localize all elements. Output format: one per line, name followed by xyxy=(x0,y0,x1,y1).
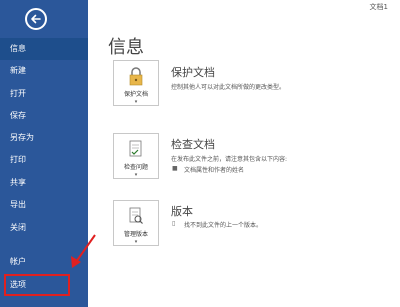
backstage-sidebar: 信息 新建 打开 保存 另存为 打印 共享 导出 关闭 帐户 选项 xyxy=(0,0,88,307)
nav-options[interactable]: 选项 xyxy=(4,274,70,296)
manage-versions-tile-label: 管理版本 xyxy=(123,231,148,238)
versions-heading: 版本 xyxy=(171,205,193,218)
versions-description: 找不到此文件的上一个版本。 xyxy=(184,222,263,229)
lock-key-icon xyxy=(129,67,143,86)
inspect-document-heading: 检查文档 xyxy=(171,138,215,151)
arrow-left-icon xyxy=(31,14,41,24)
nav-close[interactable]: 关闭 xyxy=(0,217,88,239)
chevron-down-icon: ▾ xyxy=(134,99,138,105)
protect-document-tile-label: 保护文档 xyxy=(123,91,148,98)
chevron-down-icon: ▾ xyxy=(134,239,138,245)
nav-new[interactable]: 新建 xyxy=(0,60,88,82)
check-issues-button[interactable]: 检查问题 ▾ xyxy=(113,133,159,179)
document-check-icon xyxy=(129,140,142,157)
nav-save[interactable]: 保存 xyxy=(0,105,88,127)
manage-versions-button[interactable]: 管理版本 ▾ xyxy=(113,200,159,246)
back-button[interactable] xyxy=(25,8,47,30)
page-title: 信息 xyxy=(108,37,144,58)
chevron-down-icon: ▾ xyxy=(134,172,138,178)
nav-account[interactable]: 帐户 xyxy=(0,251,88,273)
document-icon: ▯ xyxy=(172,220,176,227)
nav-print[interactable]: 打印 xyxy=(0,149,88,171)
protect-document-button[interactable]: 保护文档 ▾ xyxy=(113,60,159,106)
nav-export[interactable]: 导出 xyxy=(0,194,88,216)
protect-document-heading: 保护文档 xyxy=(171,66,215,79)
inspect-document-description: 在发布此文件之前，请注意其包含以下内容: xyxy=(171,156,288,163)
check-issues-tile-label: 检查问题 xyxy=(123,164,148,171)
nav-info[interactable]: 信息 xyxy=(0,38,88,60)
bullet-icon: ■ xyxy=(172,165,178,172)
protect-document-description: 控制其他人可以对此文档所做的更改类型。 xyxy=(171,84,286,91)
document-search-icon xyxy=(129,207,143,224)
nav-open[interactable]: 打开 xyxy=(0,83,88,105)
document-title: 文档1 xyxy=(369,3,388,11)
nav-share[interactable]: 共享 xyxy=(0,172,88,194)
inspect-bullet-item: 文档属性和作者的姓名 xyxy=(184,167,245,174)
nav-save-as[interactable]: 另存为 xyxy=(0,127,88,149)
